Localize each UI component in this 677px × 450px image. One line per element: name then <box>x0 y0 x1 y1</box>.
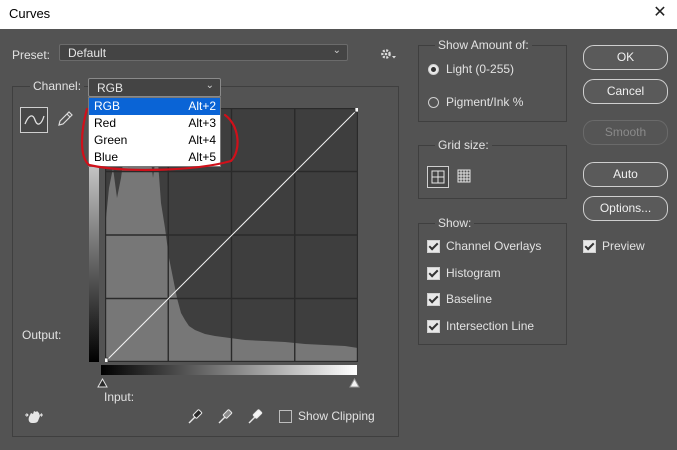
pigment-radio[interactable]: Pigment/Ink % <box>428 95 523 109</box>
channel-overlays-checkbox[interactable]: Channel Overlays <box>427 239 541 253</box>
radio-dot <box>428 63 439 75</box>
annotation-outline <box>75 101 245 180</box>
preset-select[interactable]: Default ⌄ <box>59 44 348 61</box>
baseline-label: Baseline <box>446 292 493 306</box>
intersection-line-label: Intersection Line <box>446 319 535 333</box>
preview-checkbox[interactable]: Preview <box>583 239 645 253</box>
input-gradient-bar <box>101 365 357 375</box>
checkbox-box <box>427 239 440 253</box>
histogram-label: Histogram <box>446 266 501 280</box>
title-bar: Curves ✕ <box>0 0 677 29</box>
ok-button[interactable]: OK <box>583 45 668 70</box>
pigment-radio-label: Pigment/Ink % <box>446 95 524 109</box>
channel-value: RGB <box>97 81 124 95</box>
light-radio[interactable]: Light (0-255) <box>428 62 514 76</box>
black-point-eyedropper-icon[interactable] <box>186 408 204 429</box>
grid-size-title: Grid size: <box>435 138 492 152</box>
checkbox-box <box>427 292 440 306</box>
input-label: Input: <box>104 390 135 404</box>
baseline-checkbox[interactable]: Baseline <box>427 292 492 306</box>
close-icon[interactable]: ✕ <box>651 4 669 22</box>
checkbox-box <box>427 266 440 280</box>
white-point-eyedropper-icon[interactable] <box>246 408 264 429</box>
chevron-down-icon: ⌄ <box>332 45 341 56</box>
gray-point-eyedropper-icon[interactable] <box>216 408 234 429</box>
output-label-text: Output: <box>22 328 62 342</box>
window-title: Curves <box>9 6 51 21</box>
show-clipping-checkbox[interactable]: Show Clipping <box>279 409 375 423</box>
checkbox-box <box>279 409 292 423</box>
intersection-line-checkbox[interactable]: Intersection Line <box>427 319 534 333</box>
curve-point-tool-icon[interactable] <box>20 107 48 133</box>
detailed-grid-icon[interactable] <box>454 166 476 188</box>
chevron-down-icon: ⌄ <box>205 80 214 91</box>
curve-point-white <box>354 106 361 113</box>
preview-label: Preview <box>602 239 645 253</box>
channel-overlays-label: Channel Overlays <box>446 239 542 253</box>
channel-select[interactable]: RGB ⌄ <box>88 78 221 97</box>
preset-value: Default <box>68 46 107 60</box>
channel-label: Channel: <box>30 79 85 93</box>
light-radio-label: Light (0-255) <box>446 62 515 76</box>
smooth-button[interactable]: Smooth <box>583 120 668 145</box>
auto-button[interactable]: Auto <box>583 162 668 187</box>
white-point-slider-icon[interactable] <box>349 377 360 391</box>
options-button[interactable]: Options... <box>583 196 668 221</box>
preset-label: Preset: <box>12 48 51 62</box>
radio-dot <box>428 96 439 108</box>
curve-point-black <box>102 357 109 364</box>
show-title: Show: <box>435 216 475 230</box>
show-clipping-label: Show Clipping <box>298 409 375 423</box>
on-image-adjust-hand-icon[interactable] <box>24 408 46 426</box>
pencil-icon[interactable] <box>55 109 75 129</box>
preset-options-gear-icon[interactable] <box>380 47 398 61</box>
simple-grid-icon[interactable] <box>427 166 449 188</box>
cancel-button[interactable]: Cancel <box>583 79 668 104</box>
black-point-slider-icon[interactable] <box>97 377 108 391</box>
show-amount-group <box>418 45 567 122</box>
show-amount-title: Show Amount of: <box>435 38 532 52</box>
histogram-checkbox[interactable]: Histogram <box>427 266 501 280</box>
checkbox-box <box>583 239 596 253</box>
output-label: Output: <box>22 328 61 342</box>
checkbox-box <box>427 319 440 333</box>
